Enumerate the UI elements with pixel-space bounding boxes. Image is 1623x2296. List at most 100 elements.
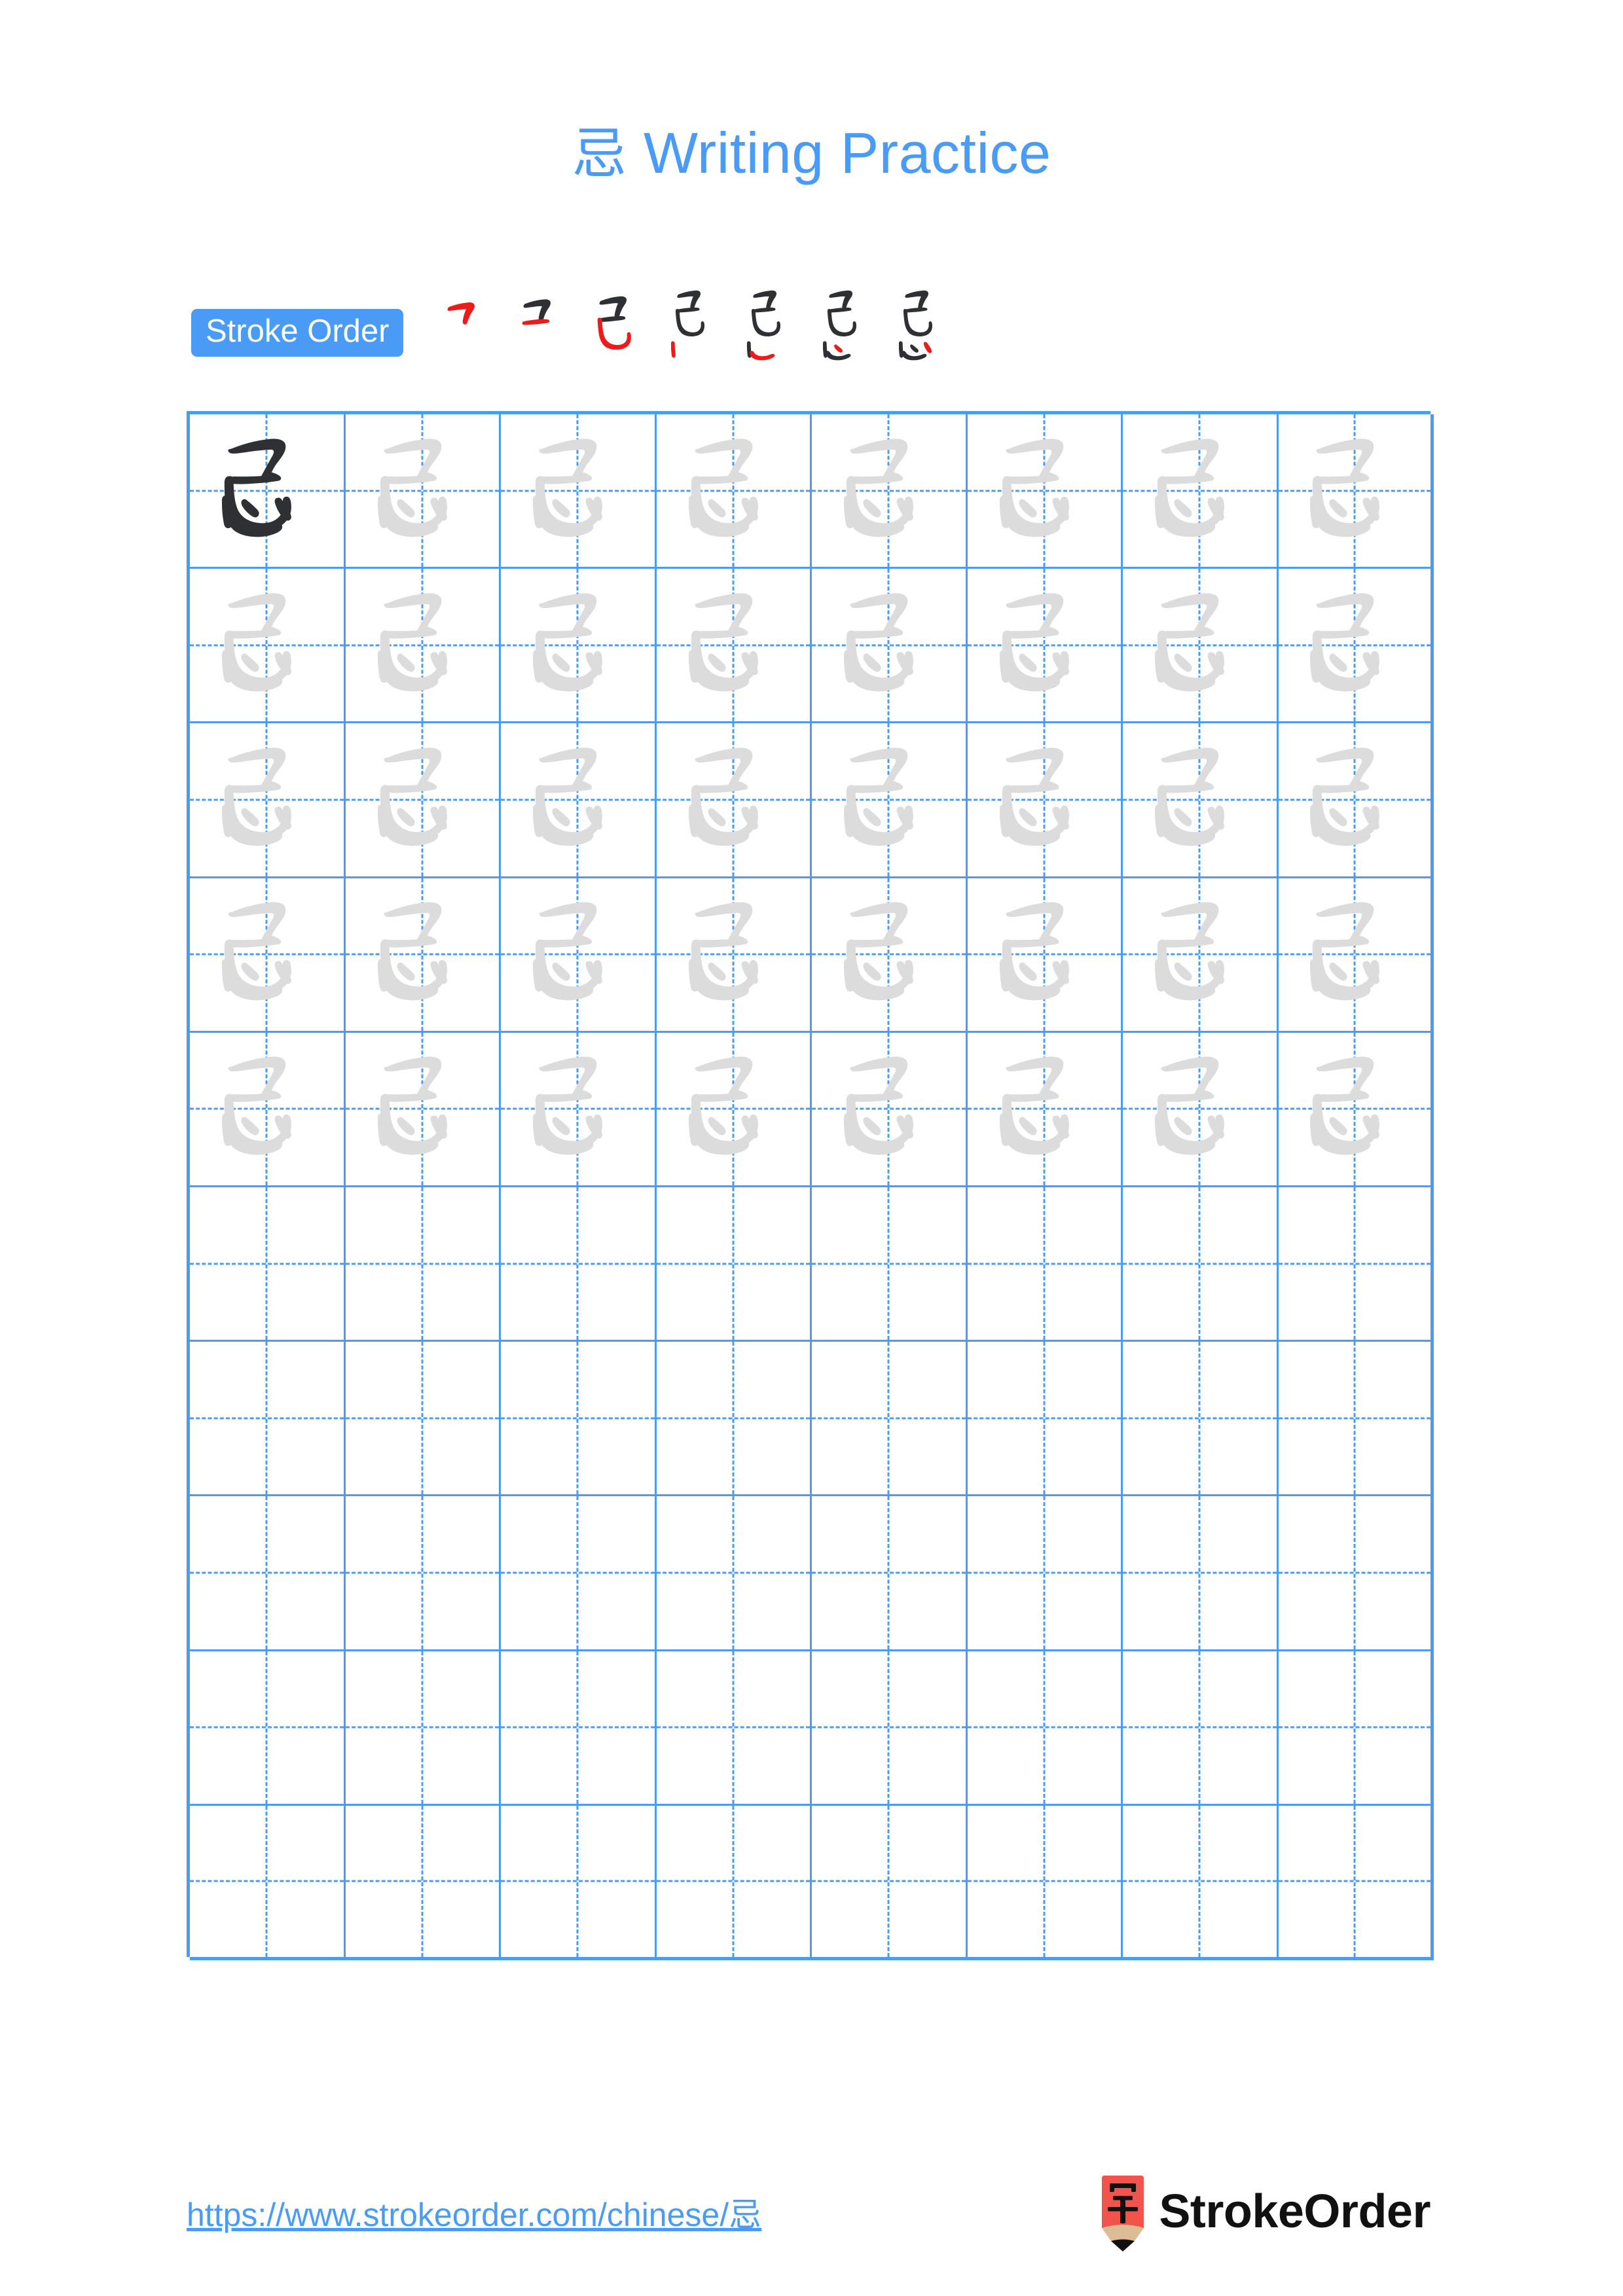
stroke-step-4 bbox=[656, 287, 732, 363]
character-trace bbox=[1279, 569, 1431, 721]
grid-cell[interactable] bbox=[1123, 1805, 1279, 1960]
grid-cell[interactable] bbox=[967, 1805, 1123, 1960]
character-trace bbox=[1279, 723, 1431, 876]
character-trace bbox=[812, 569, 966, 721]
grid-cell[interactable] bbox=[1278, 1032, 1434, 1187]
grid-cell[interactable] bbox=[190, 569, 346, 724]
grid-cell[interactable] bbox=[1278, 1651, 1434, 1806]
grid-cell[interactable] bbox=[812, 1032, 968, 1187]
grid-cell[interactable] bbox=[812, 878, 968, 1033]
grid-cell[interactable] bbox=[967, 1187, 1123, 1342]
grid-cell[interactable] bbox=[812, 414, 968, 569]
character-trace bbox=[812, 723, 966, 876]
character-trace bbox=[501, 878, 655, 1031]
stroke-step-7 bbox=[884, 287, 960, 363]
grid-cell[interactable] bbox=[812, 1342, 968, 1497]
grid-cell[interactable] bbox=[190, 1187, 346, 1342]
grid-cell[interactable] bbox=[501, 569, 657, 724]
grid-cell[interactable] bbox=[501, 1342, 657, 1497]
grid-cell[interactable] bbox=[656, 723, 812, 878]
grid-cell[interactable] bbox=[656, 1342, 812, 1497]
grid-cell[interactable] bbox=[345, 878, 501, 1033]
grid-cell[interactable] bbox=[501, 1187, 657, 1342]
grid-cell[interactable] bbox=[967, 569, 1123, 724]
grid-cell[interactable] bbox=[1278, 414, 1434, 569]
grid-cell[interactable] bbox=[1278, 569, 1434, 724]
grid-cell[interactable] bbox=[656, 1187, 812, 1342]
grid-cell[interactable] bbox=[190, 1342, 346, 1497]
grid-cell[interactable] bbox=[345, 1187, 501, 1342]
grid-cell[interactable] bbox=[345, 1032, 501, 1187]
brand-name: StrokeOrder bbox=[1159, 2185, 1431, 2238]
grid-cell[interactable] bbox=[656, 414, 812, 569]
grid-cell[interactable] bbox=[501, 1032, 657, 1187]
grid-cell[interactable] bbox=[1123, 414, 1279, 569]
grid-cell[interactable] bbox=[1278, 878, 1434, 1033]
grid-cell[interactable] bbox=[1278, 723, 1434, 878]
grid-cell[interactable] bbox=[345, 723, 501, 878]
grid-cell[interactable] bbox=[345, 569, 501, 724]
character-trace bbox=[812, 878, 966, 1031]
grid-cell[interactable] bbox=[190, 1496, 346, 1651]
source-url-prefix: https://www.strokeorder.com/chinese/ bbox=[187, 2197, 729, 2233]
grid-cell[interactable] bbox=[812, 569, 968, 724]
stroke-step-3-glyph bbox=[598, 296, 632, 350]
grid-cell[interactable] bbox=[190, 414, 346, 569]
grid-cell[interactable] bbox=[190, 878, 346, 1033]
grid-cell[interactable] bbox=[812, 1805, 968, 1960]
character-trace bbox=[1123, 569, 1277, 721]
grid-cell[interactable] bbox=[1123, 569, 1279, 724]
grid-cell[interactable] bbox=[812, 723, 968, 878]
character-trace bbox=[346, 1033, 500, 1185]
grid-cell[interactable] bbox=[501, 723, 657, 878]
stroke-step-4-glyph bbox=[671, 290, 705, 358]
grid-cell[interactable] bbox=[1123, 878, 1279, 1033]
grid-cell[interactable] bbox=[967, 1342, 1123, 1497]
grid-cell[interactable] bbox=[812, 1651, 968, 1806]
grid-cell[interactable] bbox=[345, 1651, 501, 1806]
grid-cell[interactable] bbox=[967, 1496, 1123, 1651]
grid-cell[interactable] bbox=[967, 878, 1123, 1033]
grid-cell[interactable] bbox=[812, 1496, 968, 1651]
grid-cell[interactable] bbox=[190, 723, 346, 878]
brand-logo[interactable]: StrokeOrder bbox=[1099, 2174, 1431, 2253]
grid-cell[interactable] bbox=[345, 1496, 501, 1651]
grid-cell[interactable] bbox=[501, 878, 657, 1033]
grid-cell[interactable] bbox=[501, 414, 657, 569]
grid-cell[interactable] bbox=[656, 1496, 812, 1651]
grid-cell[interactable] bbox=[190, 1651, 346, 1806]
grid-cell[interactable] bbox=[1278, 1187, 1434, 1342]
grid-cell[interactable] bbox=[501, 1805, 657, 1960]
grid-cell[interactable] bbox=[656, 1651, 812, 1806]
grid-cell[interactable] bbox=[1278, 1805, 1434, 1960]
grid-cell[interactable] bbox=[190, 1805, 346, 1960]
grid-cell[interactable] bbox=[1278, 1496, 1434, 1651]
grid-cell[interactable] bbox=[1123, 1032, 1279, 1187]
grid-cell[interactable] bbox=[967, 414, 1123, 569]
grid-cell[interactable] bbox=[501, 1651, 657, 1806]
grid-row-4 bbox=[190, 878, 1434, 1033]
character-trace bbox=[346, 414, 500, 567]
source-url-link[interactable]: https://www.strokeorder.com/chinese/忌 bbox=[187, 2189, 761, 2236]
grid-cell[interactable] bbox=[345, 1342, 501, 1497]
character-trace bbox=[1279, 878, 1431, 1031]
grid-cell[interactable] bbox=[345, 414, 501, 569]
grid-cell[interactable] bbox=[1123, 1651, 1279, 1806]
grid-cell[interactable] bbox=[501, 1496, 657, 1651]
grid-cell[interactable] bbox=[1123, 1496, 1279, 1651]
grid-cell[interactable] bbox=[345, 1805, 501, 1960]
grid-cell[interactable] bbox=[812, 1187, 968, 1342]
grid-cell[interactable] bbox=[656, 878, 812, 1033]
grid-cell[interactable] bbox=[656, 569, 812, 724]
grid-cell[interactable] bbox=[967, 723, 1123, 878]
character-trace bbox=[190, 569, 344, 721]
grid-cell[interactable] bbox=[656, 1032, 812, 1187]
grid-cell[interactable] bbox=[1123, 1187, 1279, 1342]
grid-cell[interactable] bbox=[1278, 1342, 1434, 1497]
grid-cell[interactable] bbox=[1123, 723, 1279, 878]
grid-cell[interactable] bbox=[967, 1651, 1123, 1806]
grid-cell[interactable] bbox=[656, 1805, 812, 1960]
grid-cell[interactable] bbox=[190, 1032, 346, 1187]
grid-cell[interactable] bbox=[1123, 1342, 1279, 1497]
grid-cell[interactable] bbox=[967, 1032, 1123, 1187]
